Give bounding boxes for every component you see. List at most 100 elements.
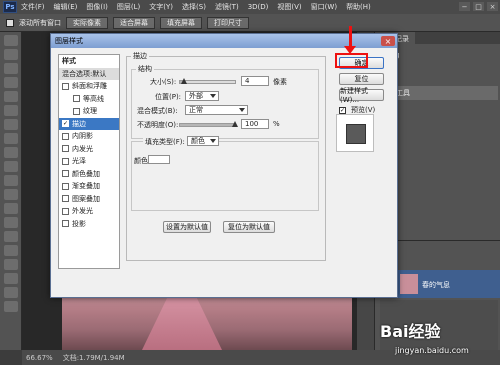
minimize-button[interactable]: − bbox=[459, 2, 470, 11]
reset-button[interactable]: 复位 bbox=[339, 73, 384, 85]
size-slider[interactable] bbox=[179, 78, 236, 84]
style-satin[interactable]: 光泽 bbox=[59, 155, 119, 168]
style-texture-checkbox[interactable] bbox=[73, 107, 80, 115]
fit-screen-button[interactable]: 适合屏幕 bbox=[113, 16, 155, 29]
pen-tool-icon[interactable] bbox=[4, 231, 18, 242]
blend-mode-label: 混合模式(B): bbox=[137, 107, 178, 115]
style-gradient-overlay[interactable]: 渐变叠加 bbox=[59, 180, 119, 193]
style-color-overlay[interactable]: 颜色叠加 bbox=[59, 168, 119, 181]
size-input[interactable]: 4 bbox=[241, 76, 269, 86]
style-pattern-overlay[interactable]: 图案叠加 bbox=[59, 193, 119, 206]
style-outer-glow-checkbox[interactable] bbox=[62, 207, 69, 215]
window-controls: − □ × bbox=[459, 2, 498, 11]
style-bevel-emboss-checkbox[interactable] bbox=[62, 82, 69, 90]
menu-file[interactable]: 文件(F) bbox=[21, 2, 45, 12]
scroll-all-label: 滚动所有窗口 bbox=[19, 18, 61, 27]
quick-select-tool-icon[interactable] bbox=[4, 77, 18, 88]
stroke-group-title: 描边 bbox=[131, 51, 149, 61]
crop-tool-icon[interactable] bbox=[4, 91, 18, 102]
style-stroke[interactable]: ✓ 描边 bbox=[59, 117, 119, 130]
style-blend-options[interactable]: 混合选项:默认 bbox=[59, 67, 119, 80]
menu-filter[interactable]: 滤镜(T) bbox=[215, 2, 239, 12]
fill-type-group bbox=[131, 141, 319, 211]
style-contour[interactable]: 等高线 bbox=[59, 93, 119, 106]
preview-checkbox[interactable]: ✓ bbox=[339, 106, 346, 114]
menu-select[interactable]: 选择(S) bbox=[182, 2, 206, 12]
path-select-tool-icon[interactable] bbox=[4, 259, 18, 270]
menu-view[interactable]: 视图(V) bbox=[277, 2, 301, 12]
style-list: 样式 混合选项:默认 斜面和浮雕 等高线 纹理 ✓ 描边 内阴影 内发光 光泽 颜… bbox=[58, 54, 120, 269]
annotation-arrow-stem bbox=[349, 26, 352, 48]
style-inner-glow[interactable]: 内发光 bbox=[59, 143, 119, 156]
new-style-button[interactable]: 新建样式(W)... bbox=[339, 87, 384, 104]
style-inner-shadow-checkbox[interactable] bbox=[62, 132, 69, 140]
opacity-slider-fill bbox=[180, 124, 235, 126]
print-size-button[interactable]: 打印尺寸 bbox=[207, 16, 249, 29]
position-dropdown[interactable]: 外部 bbox=[185, 91, 219, 101]
stroke-color-swatch[interactable] bbox=[148, 155, 170, 164]
eraser-tool-icon[interactable] bbox=[4, 175, 18, 186]
style-satin-checkbox[interactable] bbox=[62, 157, 69, 165]
opacity-slider[interactable] bbox=[179, 121, 238, 127]
lasso-tool-icon[interactable] bbox=[4, 63, 18, 74]
structure-group-title: 结构 bbox=[136, 64, 154, 74]
zoom-level[interactable]: 66.67% bbox=[26, 354, 53, 362]
style-pattern-overlay-label: 图案叠加 bbox=[72, 194, 100, 203]
opacity-slider-thumb[interactable] bbox=[232, 121, 238, 127]
reset-default-button[interactable]: 复位为默认值 bbox=[223, 221, 275, 233]
style-contour-label: 等高线 bbox=[83, 94, 104, 103]
menu-layer[interactable]: 图层(L) bbox=[117, 2, 140, 12]
actual-pixels-button[interactable]: 实际像素 bbox=[66, 16, 108, 29]
stamp-tool-icon[interactable] bbox=[4, 147, 18, 158]
menu-type[interactable]: 文字(Y) bbox=[149, 2, 173, 12]
history-brush-tool-icon[interactable] bbox=[4, 161, 18, 172]
style-inner-shadow[interactable]: 内阴影 bbox=[59, 130, 119, 143]
menu-help[interactable]: 帮助(H) bbox=[346, 2, 371, 12]
style-color-overlay-checkbox[interactable] bbox=[62, 170, 69, 178]
opacity-input[interactable]: 100 bbox=[241, 119, 269, 129]
fill-type-value: 颜色 bbox=[191, 137, 205, 145]
brush-tool-icon[interactable] bbox=[4, 133, 18, 144]
style-bevel-emboss-label: 斜面和浮雕 bbox=[72, 82, 107, 91]
menu-edit[interactable]: 编辑(E) bbox=[54, 2, 78, 12]
style-outer-glow[interactable]: 外发光 bbox=[59, 205, 119, 218]
blend-mode-value: 正常 bbox=[189, 106, 203, 114]
size-slider-thumb[interactable] bbox=[181, 78, 187, 84]
style-drop-shadow-checkbox[interactable] bbox=[62, 220, 69, 228]
style-stroke-checkbox[interactable]: ✓ bbox=[62, 120, 69, 128]
style-satin-label: 光泽 bbox=[72, 157, 86, 166]
zoom-tool-icon[interactable] bbox=[4, 301, 18, 312]
dialog-close-button[interactable]: × bbox=[381, 36, 395, 46]
tools-panel bbox=[0, 32, 22, 350]
style-contour-checkbox[interactable] bbox=[73, 95, 80, 103]
fill-type-dropdown[interactable]: 颜色 bbox=[187, 136, 219, 146]
marquee-tool-icon[interactable] bbox=[4, 49, 18, 60]
hand-tool-icon[interactable] bbox=[4, 287, 18, 298]
photoshop-logo: Ps bbox=[3, 1, 17, 13]
style-list-header[interactable]: 样式 bbox=[59, 55, 119, 68]
style-pattern-overlay-checkbox[interactable] bbox=[62, 195, 69, 203]
move-tool-icon[interactable] bbox=[4, 35, 18, 46]
healing-tool-icon[interactable] bbox=[4, 119, 18, 130]
opacity-unit: % bbox=[273, 120, 280, 128]
blend-mode-dropdown[interactable]: 正常 bbox=[185, 105, 248, 115]
type-tool-icon[interactable] bbox=[4, 245, 18, 256]
menu-image[interactable]: 图像(I) bbox=[86, 2, 108, 12]
fill-screen-button[interactable]: 填充屏幕 bbox=[160, 16, 202, 29]
shape-tool-icon[interactable] bbox=[4, 273, 18, 284]
eyedropper-tool-icon[interactable] bbox=[4, 105, 18, 116]
make-default-button[interactable]: 设置为默认值 bbox=[163, 221, 211, 233]
dodge-tool-icon[interactable] bbox=[4, 217, 18, 228]
menu-3d[interactable]: 3D(D) bbox=[248, 3, 269, 11]
style-gradient-overlay-checkbox[interactable] bbox=[62, 182, 69, 190]
style-drop-shadow[interactable]: 投影 bbox=[59, 218, 119, 231]
scroll-all-checkbox[interactable] bbox=[6, 18, 14, 27]
close-window-button[interactable]: × bbox=[487, 2, 498, 11]
style-bevel-emboss[interactable]: 斜面和浮雕 bbox=[59, 80, 119, 93]
menu-window[interactable]: 窗口(W) bbox=[311, 2, 337, 12]
gradient-tool-icon[interactable] bbox=[4, 189, 18, 200]
style-inner-glow-checkbox[interactable] bbox=[62, 145, 69, 153]
style-texture[interactable]: 纹理 bbox=[59, 105, 119, 118]
blur-tool-icon[interactable] bbox=[4, 203, 18, 214]
maximize-button[interactable]: □ bbox=[473, 2, 484, 11]
